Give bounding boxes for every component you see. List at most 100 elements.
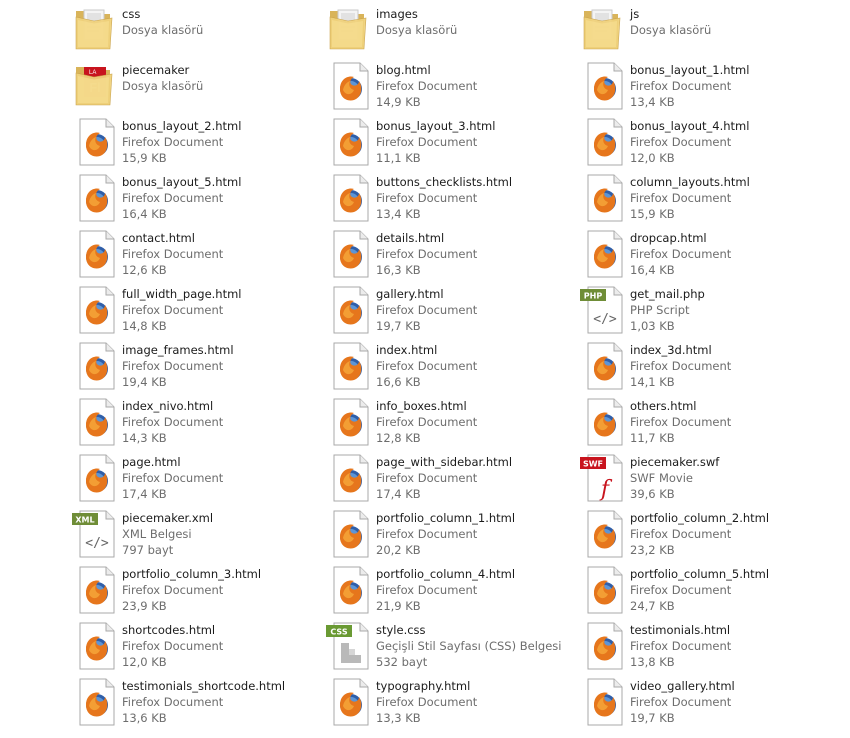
file-size: 16,4 KB [630,263,675,277]
php-file-icon: PHP </> PHP [580,283,630,335]
firefox-document-icon [326,507,376,559]
file-item[interactable]: buttons_checklists.html Firefox Document 1… [326,171,566,223]
firefox-document-icon [580,115,630,167]
file-name: portfolio_column_2.html [630,511,770,525]
file-info: shortcodes.html Firefox Document 12,0 KB [122,622,223,670]
file-info: typography.html Firefox Document 13,3 KB [376,678,477,726]
file-info: portfolio_column_2.html Firefox Document 2… [630,510,769,558]
file-type: XML Belgesi [122,527,192,541]
file-item[interactable]: portfolio_column_3.html Firefox Document 2… [72,563,312,615]
file-name: get_mail.php [630,287,705,301]
file-item[interactable]: portfolio_column_1.html Firefox Document 2… [326,507,566,559]
file-name: piecemaker.swf [630,455,720,469]
file-item[interactable]: index_3d.html Firefox Document 14,1 KB [580,339,820,391]
file-item[interactable]: portfolio_column_4.html Firefox Document 2… [326,563,566,615]
file-info: portfolio_column_5.html Firefox Document 2… [630,566,769,614]
file-size: 12,8 KB [376,431,421,445]
file-info: info_boxes.html Firefox Document 12,8 KB [376,398,477,446]
file-type: PHP Script [630,303,690,317]
file-name: bonus_layout_4.html [630,119,750,133]
firefox-document-icon [72,227,122,279]
file-item[interactable]: testimonials_shortcode.html Firefox Docum… [72,675,312,727]
firefox-document-icon [72,339,122,391]
file-info: buttons_checklists.html Firefox Document 1… [376,174,512,222]
file-type: Firefox Document [376,191,478,205]
file-item[interactable]: bonus_layout_3.html Firefox Document 11,1 … [326,115,566,167]
file-type: Firefox Document [630,695,732,709]
file-size: 12,0 KB [122,655,167,669]
file-type: Firefox Document [122,415,224,429]
file-type: Firefox Document [122,695,224,709]
file-item[interactable]: js Dosya klasörü [580,3,820,55]
file-info: bonus_layout_4.html Firefox Document 12,0 … [630,118,749,166]
firefox-document-icon [580,227,630,279]
firefox-document-icon [326,115,376,167]
file-item[interactable]: SWF f SWFpiecemaker.swf SWF Movie 39,6 KB [580,451,820,503]
file-item[interactable]: blog.html Firefox Document 14,9 KB [326,59,566,111]
file-item[interactable]: css Dosya klasörü [72,3,312,55]
file-name: page.html [122,455,181,469]
file-item[interactable]: bonus_layout_5.html Firefox Document 16,4 … [72,171,312,223]
flash-folder-icon: Fl LA [72,59,122,111]
file-item[interactable]: image_frames.html Firefox Document 19,4 KB [72,339,312,391]
file-item[interactable]: CSS CSSstyle.css Geçişli Stil Sayfası (CS… [326,619,566,671]
file-item[interactable]: contact.html Firefox Document 12,6 KB [72,227,312,279]
file-info: style.css Geçişli Stil Sayfası (CSS) Belg… [376,622,561,670]
file-type: Firefox Document [630,247,732,261]
file-name: piecemaker.xml [122,511,214,525]
file-info: index_3d.html Firefox Document 14,1 KB [630,342,731,390]
firefox-document-icon [580,563,630,615]
firefox-document-icon [72,395,122,447]
file-item[interactable]: bonus_layout_4.html Firefox Document 12,0 … [580,115,820,167]
file-name: portfolio_column_1.html [376,511,516,525]
file-type: Firefox Document [122,471,224,485]
file-type: Firefox Document [376,359,478,373]
file-size: 11,1 KB [376,151,421,165]
file-item[interactable]: shortcodes.html Firefox Document 12,0 KB [72,619,312,671]
file-item[interactable]: portfolio_column_5.html Firefox Document 2… [580,563,820,615]
file-item[interactable]: gallery.html Firefox Document 19,7 KB [326,283,566,335]
file-item[interactable]: XML </> XMLpiecemaker.xml XML Belgesi 797 … [72,507,312,559]
file-item[interactable]: dropcap.html Firefox Document 16,4 KB [580,227,820,279]
file-item[interactable]: page_with_sidebar.html Firefox Document 17… [326,451,566,503]
file-size: 13,6 KB [122,711,167,725]
file-size: 21,9 KB [376,599,421,613]
file-type: Dosya klasörü [630,23,712,37]
file-size: 19,7 KB [376,319,421,333]
file-name: css [122,7,141,21]
firefox-document-icon [326,675,376,727]
file-item[interactable]: portfolio_column_2.html Firefox Document 2… [580,507,820,559]
file-size: 17,4 KB [376,487,421,501]
file-item[interactable]: others.html Firefox Document 11,7 KB [580,395,820,447]
file-item[interactable]: testimonials.html Firefox Document 13,8 KB [580,619,820,671]
file-item[interactable]: info_boxes.html Firefox Document 12,8 KB [326,395,566,447]
file-item[interactable]: images Dosya klasörü [326,3,566,55]
file-type: Firefox Document [630,527,732,541]
file-info: blog.html Firefox Document 14,9 KB [376,62,477,110]
firefox-document-icon [72,115,122,167]
file-name: index.html [376,343,438,357]
file-item[interactable]: index_nivo.html Firefox Document 14,3 KB [72,395,312,447]
file-info: bonus_layout_1.html Firefox Document 13,4 … [630,62,749,110]
file-item[interactable]: details.html Firefox Document 16,3 KB [326,227,566,279]
file-item[interactable]: video_gallery.html Firefox Document 19,7 K… [580,675,820,727]
file-item[interactable]: typography.html Firefox Document 13,3 KB [326,675,566,727]
file-item[interactable]: page.html Firefox Document 17,4 KB [72,451,312,503]
svg-text:</>: </> [593,312,617,327]
file-type: Firefox Document [630,135,732,149]
file-name: portfolio_column_5.html [630,567,770,581]
file-item[interactable]: column_layouts.html Firefox Document 15,9 … [580,171,820,223]
file-item[interactable]: PHP </> PHPget_mail.php PHP Script 1,03 KB [580,283,820,335]
file-item[interactable]: full_width_page.html Firefox Document 14,8… [72,283,312,335]
firefox-document-icon [580,619,630,671]
file-item[interactable]: Fl LA piecemaker Dosya klasörü [72,59,312,111]
file-type: Firefox Document [376,79,478,93]
file-info: others.html Firefox Document 11,7 KB [630,398,731,446]
file-item[interactable]: bonus_layout_1.html Firefox Document 13,4 … [580,59,820,111]
firefox-document-icon [580,59,630,111]
file-item[interactable]: bonus_layout_2.html Firefox Document 15,9 … [72,115,312,167]
file-size: 16,4 KB [122,207,167,221]
file-name: bonus_layout_5.html [122,175,242,189]
file-info: portfolio_column_3.html Firefox Document 2… [122,566,261,614]
file-item[interactable]: index.html Firefox Document 16,6 KB [326,339,566,391]
